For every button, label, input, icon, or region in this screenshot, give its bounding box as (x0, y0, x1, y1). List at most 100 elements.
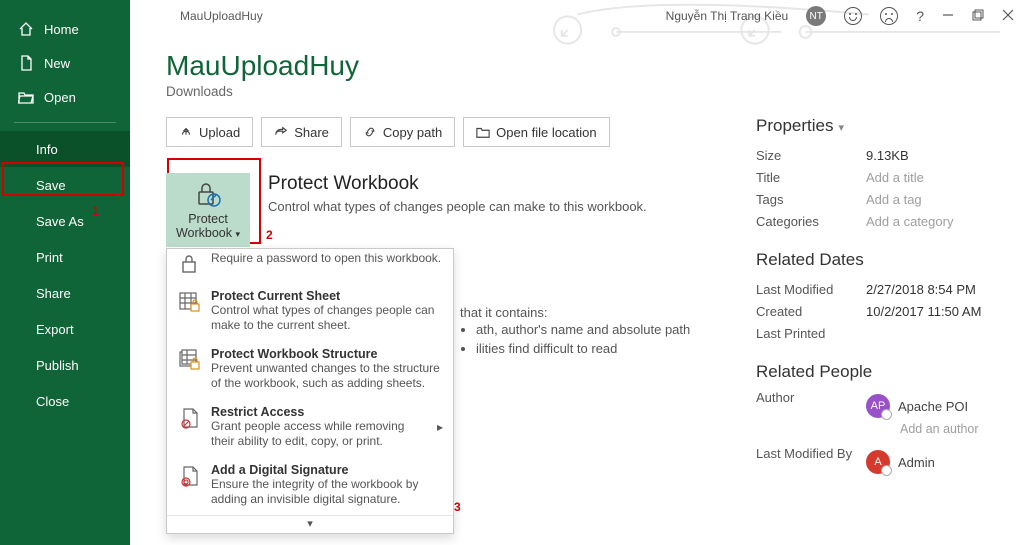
chevron-down-icon: ▾ (236, 229, 241, 239)
upload-button[interactable]: Upload (166, 117, 253, 147)
sidebar-label: Share (36, 286, 71, 301)
sidebar-save[interactable]: Save (0, 167, 130, 203)
prop-key-author: Author (756, 390, 866, 405)
sidebar-label: Publish (36, 358, 79, 373)
sidebar-publish[interactable]: Publish (0, 347, 130, 383)
prop-key-created: Created (756, 304, 866, 319)
menu-desc: Ensure the integrity of the workbook by … (211, 477, 443, 507)
lastmodby-person[interactable]: A Admin (866, 450, 935, 474)
person-name: Apache POI (898, 399, 968, 414)
sidebar-label: Print (36, 250, 63, 265)
user-avatar[interactable]: NT (806, 6, 826, 26)
title-filename: MauUploadHuy (180, 9, 263, 23)
sidebar-share[interactable]: Share (0, 275, 130, 311)
protect-workbook-icon (193, 180, 223, 208)
prop-key-size: Size (756, 148, 866, 163)
author-person[interactable]: AP Apache POI (866, 394, 968, 418)
page-location: Downloads (166, 84, 1024, 99)
protect-heading: Protect Workbook (268, 173, 647, 195)
menu-restrict-access[interactable]: Restrict AccessGrant people access while… (167, 399, 453, 457)
sidebar-info[interactable]: Info (0, 131, 130, 167)
signature-icon (177, 463, 203, 507)
button-label: Share (294, 125, 329, 140)
prop-key-lastprinted: Last Printed (756, 326, 866, 341)
button-label: Protect Workbook (176, 212, 232, 240)
person-name: Admin (898, 455, 935, 470)
person-avatar: AP (866, 394, 890, 418)
restrict-icon (177, 405, 203, 449)
backstage-sidebar: Home New Open Info Save Save As Print Sh… (0, 0, 130, 545)
button-label: Copy path (383, 125, 442, 140)
menu-title: Add a Digital Signature (211, 463, 443, 477)
sidebar-export[interactable]: Export (0, 311, 130, 347)
menu-desc: Prevent unwanted changes to the structur… (211, 361, 443, 391)
prop-val-title[interactable]: Add a title (866, 170, 924, 185)
help-button[interactable]: ? (916, 8, 924, 24)
sidebar-print[interactable]: Print (0, 239, 130, 275)
inspect-line: that it contains: (460, 305, 690, 320)
chevron-down-icon: ▾ (835, 122, 844, 134)
feedback-sad-icon[interactable] (880, 7, 898, 25)
sidebar-label: Save As (36, 214, 84, 229)
heading-label: Properties (756, 116, 833, 135)
prop-key-lastmodby: Last Modified By (756, 446, 866, 461)
properties-heading[interactable]: Properties ▾ (756, 116, 1006, 136)
prop-val-lastmod: 2/27/2018 8:54 PM (866, 282, 976, 297)
button-label: Upload (199, 125, 240, 140)
sidebar-open[interactable]: Open (0, 80, 130, 114)
inspect-text-behind: that it contains: ath, author's name and… (454, 305, 690, 358)
prop-val-tags[interactable]: Add a tag (866, 192, 922, 207)
sidebar-label: Close (36, 394, 69, 409)
properties-panel: Properties ▾ Size9.13KB TitleAdd a title… (756, 116, 1006, 474)
upload-icon (179, 125, 193, 139)
person-avatar: A (866, 450, 890, 474)
sidebar-new[interactable]: New (0, 46, 130, 80)
protect-workbook-button[interactable]: Protect Workbook ▾ (166, 173, 250, 247)
share-button[interactable]: Share (261, 117, 342, 147)
home-icon (18, 21, 34, 37)
dropdown-scroll-down[interactable]: ▾ (167, 515, 453, 531)
sidebar-label: Info (36, 142, 58, 157)
sidebar-label: Export (36, 322, 74, 337)
button-label: Open file location (496, 125, 596, 140)
annotation-num-1: 1 (92, 204, 99, 218)
menu-desc: Require a password to open this workbook… (211, 251, 441, 266)
menu-title: Restrict Access (211, 405, 429, 419)
protect-description: Control what types of changes people can… (268, 199, 647, 214)
prop-val-size: 9.13KB (866, 148, 909, 163)
menu-digital-signature[interactable]: Add a Digital SignatureEnsure the integr… (167, 457, 453, 515)
sidebar-saveas[interactable]: Save As (0, 203, 130, 239)
menu-protect-structure[interactable]: Protect Workbook StructurePrevent unwant… (167, 341, 453, 399)
related-dates-heading: Related Dates (756, 250, 1006, 270)
open-folder-icon (18, 89, 34, 105)
prop-val-categories[interactable]: Add a category (866, 214, 953, 229)
restore-button[interactable] (972, 9, 984, 24)
close-window-button[interactable] (1002, 9, 1014, 24)
workbook-lock-icon (177, 347, 203, 391)
protect-workbook-dropdown: Require a password to open this workbook… (166, 248, 454, 534)
prop-val-created: 10/2/2017 11:50 AM (866, 304, 981, 319)
sidebar-home[interactable]: Home (0, 12, 130, 46)
sidebar-label: Open (44, 90, 76, 105)
prop-key-tags: Tags (756, 192, 866, 207)
new-file-icon (18, 55, 34, 71)
add-author-button[interactable]: Add an author (900, 422, 1006, 436)
submenu-arrow-icon: ▸ (437, 420, 443, 434)
menu-desc: Grant people access while removing their… (211, 419, 429, 449)
sidebar-label: Save (36, 178, 66, 193)
copy-path-button[interactable]: Copy path (350, 117, 455, 147)
link-icon (363, 125, 377, 139)
sidebar-label: Home (44, 22, 79, 37)
page-title: MauUploadHuy (166, 50, 1024, 82)
lock-key-icon (177, 251, 203, 275)
sidebar-close[interactable]: Close (0, 383, 130, 419)
minimize-button[interactable] (942, 9, 954, 24)
menu-protect-sheet[interactable]: Protect Current SheetControl what types … (167, 283, 453, 341)
menu-title: Protect Current Sheet (211, 289, 443, 303)
sidebar-label: New (44, 56, 70, 71)
feedback-happy-icon[interactable] (844, 7, 862, 25)
menu-title: Protect Workbook Structure (211, 347, 443, 361)
open-file-location-button[interactable]: Open file location (463, 117, 609, 147)
sheet-lock-icon (177, 289, 203, 333)
menu-encrypt-password[interactable]: Require a password to open this workbook… (167, 251, 453, 283)
